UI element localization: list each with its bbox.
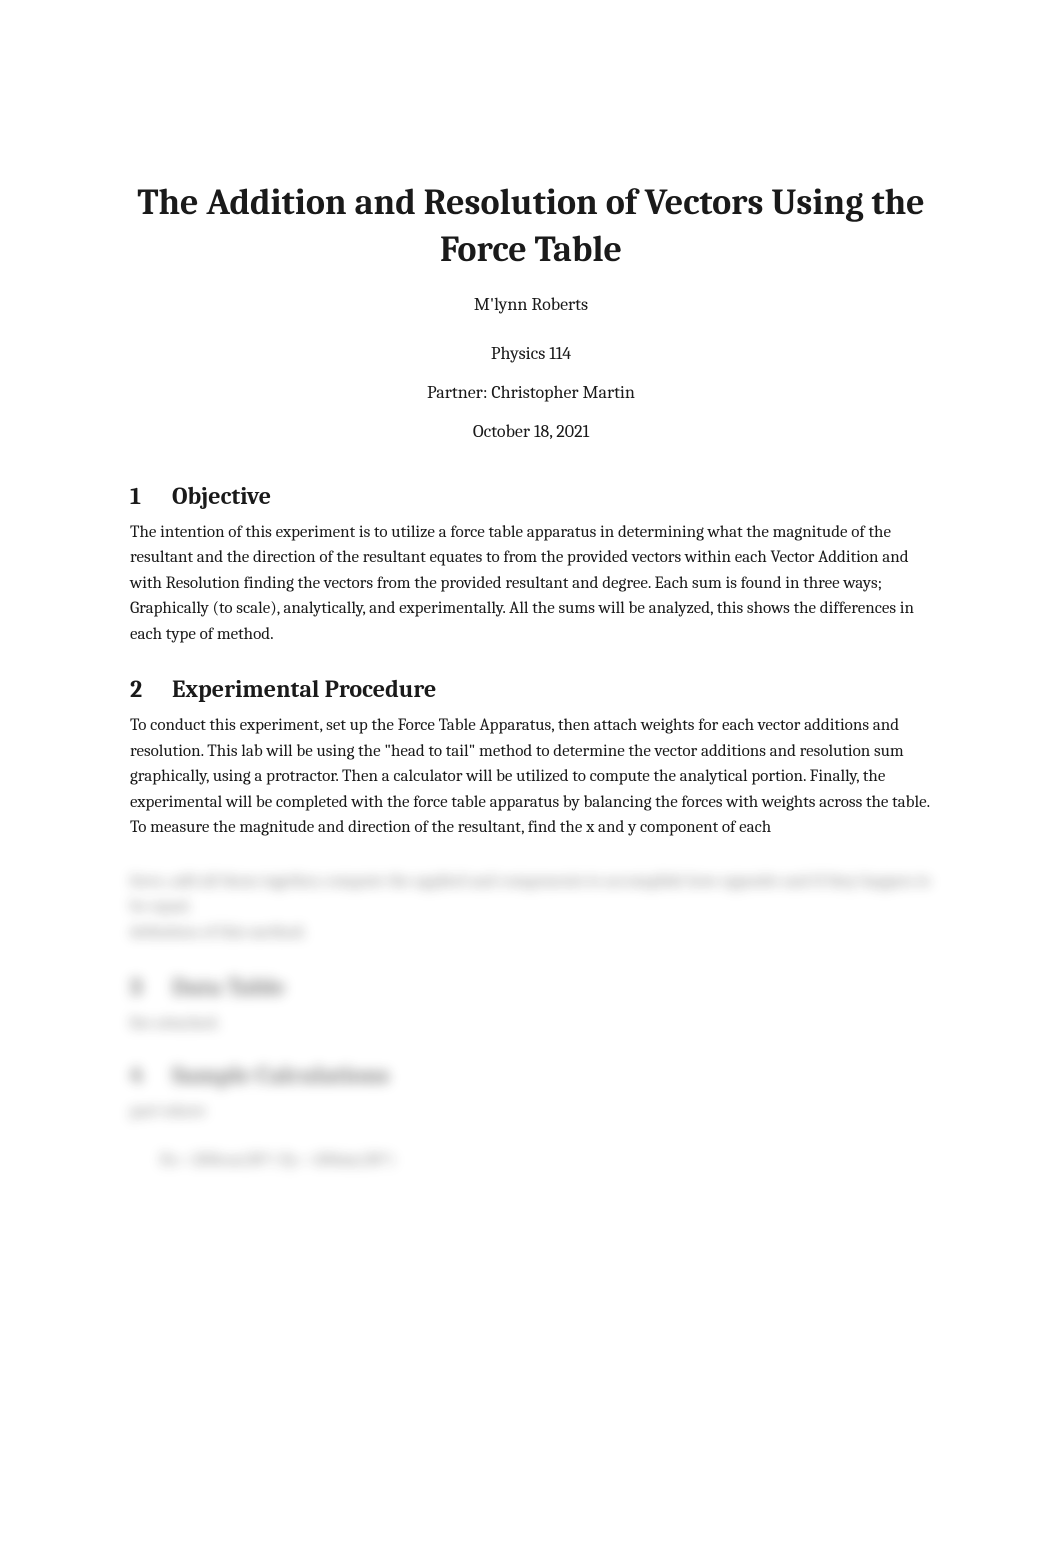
author-name: M'lynn Roberts: [130, 294, 932, 315]
blurred-preview-region: force, add all them together, compute th…: [130, 869, 932, 1174]
document-date: October 18, 2021: [130, 421, 932, 442]
document-title: The Addition and Resolution of Vectors U…: [130, 180, 932, 274]
section-1-body: The intention of this experiment is to u…: [130, 520, 932, 648]
section-4-title: Sample Calculations: [172, 1061, 389, 1089]
section-4-heading: 4 Sample Calculations: [130, 1061, 932, 1089]
section-3-number: 3: [130, 973, 148, 1001]
section-1-heading: 1 Objective: [130, 482, 932, 510]
section-4-formula: Fx = 200cos(30°) Fy = 100sin(30°): [130, 1148, 932, 1174]
section-4-number: 4: [130, 1061, 148, 1089]
section-2-number: 2: [130, 675, 148, 703]
section-2-heading: 2 Experimental Procedure: [130, 675, 932, 703]
section-3-title: Data Table: [172, 973, 285, 1001]
section-1-number: 1: [130, 482, 148, 510]
blurred-continuation-text: force, add all them together, compute th…: [130, 869, 932, 946]
section-3-body: See attached.: [130, 1011, 932, 1037]
section-2-body: To conduct this experiment, set up the F…: [130, 713, 932, 841]
section-3-heading: 3 Data Table: [130, 973, 932, 1001]
section-1-title: Objective: [172, 482, 271, 510]
course-name: Physics 114: [130, 343, 932, 364]
section-2-title: Experimental Procedure: [172, 675, 436, 703]
section-4-body: part where: [130, 1099, 932, 1125]
partner-name: Partner: Christopher Martin: [130, 382, 932, 403]
